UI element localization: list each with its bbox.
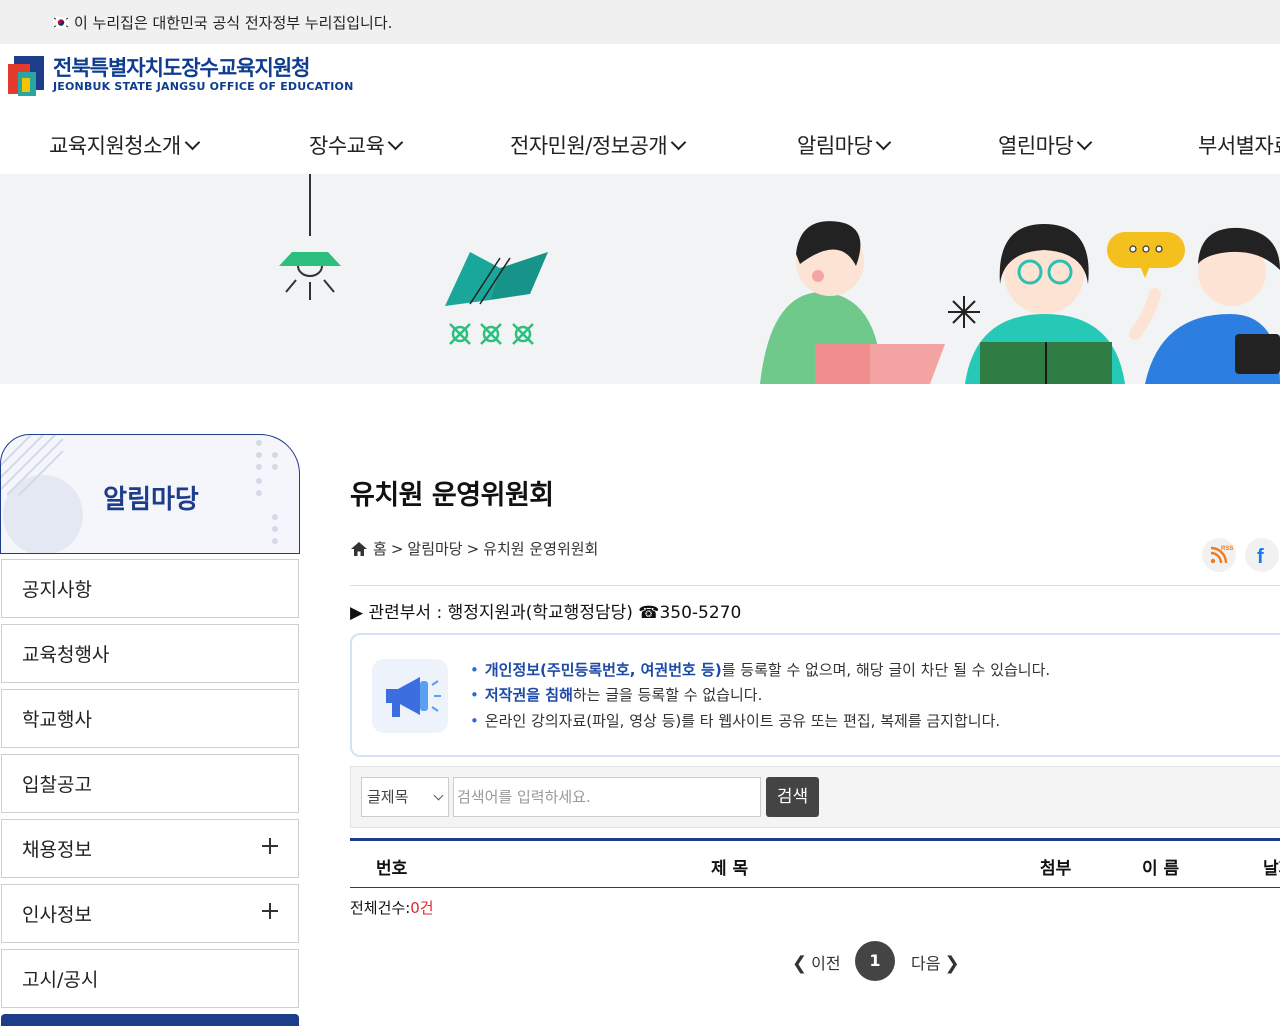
search-type-select[interactable]: 글제목 <box>361 777 449 817</box>
notice-text: 온라인 강의자료(파일, 영상 등)를 타 웹사이트 공유 또는 편집, 복제를… <box>484 712 1001 730</box>
gov-notice-bar: 이 누리집은 대한민국 공식 전자정부 누리집입니다. <box>0 0 1280 44</box>
breadcrumb-home[interactable]: 홈 <box>373 538 387 559</box>
megaphone-icon <box>386 677 441 717</box>
gnb-label: 전자민원/정보공개 <box>510 134 668 158</box>
sidebar-item-label: 입찰공고 <box>22 774 92 796</box>
chevron-down-icon <box>433 790 444 801</box>
pagination: ❮ 이전 1 다음 ❯ <box>0 940 1280 982</box>
sidebar-item-recruit[interactable]: 채용정보 <box>1 819 299 878</box>
gnb-label: 장수교육 <box>309 134 385 158</box>
page-title: 유치원 운영위원회 <box>350 480 554 511</box>
column-header-name: 이 름 <box>1142 859 1180 879</box>
sidebar-item-notice[interactable]: 공지사항 <box>1 559 299 618</box>
breadcrumb-current: 유치원 운영위원회 <box>483 540 599 558</box>
search-form: 글제목 검색어를 입력하세요. 검색 <box>350 766 1280 828</box>
prev-label: 이전 <box>811 954 841 973</box>
rss-label: RSS <box>1221 546 1233 552</box>
site-logo[interactable]: 전북특별자치도장수교육지원청 JEONBUK STATE JANGSU OFFI… <box>8 52 353 96</box>
next-label: 다음 <box>911 954 941 973</box>
gnb-item-open[interactable]: 열린마당 <box>998 130 1093 160</box>
plus-icon[interactable] <box>262 838 278 854</box>
related-department: ▶ 관련부서 : 행정지원과(학교행정담당) ☎350-5270 <box>350 603 742 623</box>
chevron-down-icon <box>670 134 687 151</box>
logo-title-ko: 전북특별자치도장수교육지원청 <box>53 55 310 80</box>
gnb-item-education[interactable]: 장수교육 <box>309 130 404 160</box>
chevron-down-icon <box>876 134 892 151</box>
posting-notice-box: • 개인정보(주민등록번호, 여권번호 등)를 등록할 수 없으며, 해당 글이 … <box>350 633 1280 757</box>
total-label: 전체건수: <box>350 899 411 917</box>
board-table-header: 번호 제 목 첨부 이 름 날짜 <box>350 838 1280 888</box>
column-header-title: 제 목 <box>711 859 749 879</box>
next-page-button[interactable]: 다음 ❯ <box>911 950 960 974</box>
notice-line-lecture: • 온라인 강의자료(파일, 영상 등)를 타 웹사이트 공유 또는 편집, 복제… <box>470 712 1001 730</box>
facebook-label: f <box>1257 546 1264 568</box>
gnb-label: 열린마당 <box>998 134 1074 158</box>
sidebar-title: 알림마당 <box>103 485 199 515</box>
sidebar-item-school-events[interactable]: 학교행사 <box>1 689 299 748</box>
page-number-current[interactable]: 1 <box>855 941 895 981</box>
sidebar-item-bid[interactable]: 입찰공고 <box>1 754 299 813</box>
sidebar-item-label: 채용정보 <box>22 839 92 861</box>
plus-icon[interactable] <box>262 903 278 919</box>
column-header-attachment: 첨부 <box>1040 859 1072 879</box>
gnb-item-notice[interactable]: 알림마당 <box>797 130 892 160</box>
search-placeholder: 검색어를 입력하세요. <box>457 788 591 806</box>
banner-illustration <box>279 174 1280 384</box>
gnb-item-dept[interactable]: 부서별자료 <box>1198 130 1280 160</box>
chevron-left-icon: ❮ <box>792 953 808 974</box>
gnb-label: 교육지원청소개 <box>49 134 181 158</box>
notice-emphasis: 개인정보(주민등록번호, 여권번호 등) <box>484 661 722 679</box>
divider <box>350 585 1280 586</box>
sidebar-item-personnel[interactable]: 인사정보 <box>1 884 299 943</box>
sidebar-item-label: 학교행사 <box>22 709 92 731</box>
rss-button[interactable]: RSS <box>1202 538 1236 572</box>
breadcrumb-sep: > <box>466 539 480 558</box>
home-icon[interactable] <box>350 541 368 557</box>
notice-text: 하는 글을 등록할 수 없습니다. <box>572 686 763 704</box>
search-type-value: 글제목 <box>367 788 409 806</box>
notice-text: 를 등록할 수 없으며, 해당 글이 차단 될 수 있습니다. <box>721 661 1051 679</box>
main-navigation: 교육지원청소개 장수교육 전자민원/정보공개 알림마당 열린마당 부서별자료 <box>0 118 1280 174</box>
search-input[interactable]: 검색어를 입력하세요. <box>453 777 761 817</box>
breadcrumb: 홈 > 알림마당 > 유치원 운영위원회 <box>350 538 602 559</box>
notice-icon-box <box>372 659 448 733</box>
rss-icon: RSS <box>1210 546 1233 564</box>
total-count: 전체건수:0건 <box>350 897 434 918</box>
chevron-right-icon: ❯ <box>944 953 960 974</box>
chevron-down-icon <box>388 134 404 151</box>
sidebar-item-active[interactable] <box>1 1014 299 1026</box>
sidebar-title-box: 알림마당 <box>0 434 300 554</box>
column-header-date: 날짜 <box>1263 859 1280 879</box>
gnb-item-civil[interactable]: 전자민원/정보공개 <box>510 130 687 160</box>
sub-visual-banner <box>0 174 1280 384</box>
prev-page-button[interactable]: ❮ 이전 <box>792 950 841 974</box>
chevron-down-icon <box>184 134 201 151</box>
column-header-number: 번호 <box>376 859 408 879</box>
notice-emphasis: 저작권을 침해 <box>484 686 573 704</box>
breadcrumb-sep: > <box>390 539 404 558</box>
notice-line-copyright: • 저작권을 침해하는 글을 등록할 수 없습니다. <box>470 686 763 704</box>
sidebar-item-label: 공지사항 <box>22 579 92 601</box>
logo-emblem-icon <box>8 56 44 96</box>
breadcrumb-category[interactable]: 알림마당 <box>407 538 462 559</box>
korea-flag-icon <box>52 15 70 29</box>
facebook-share-button[interactable]: f <box>1245 538 1279 572</box>
sidebar-item-office-events[interactable]: 교육청행사 <box>1 624 299 683</box>
chevron-down-icon <box>1077 134 1093 151</box>
logo-title-en: JEONBUK STATE JANGSU OFFICE OF EDUCATION <box>53 79 354 93</box>
facebook-icon: f <box>1257 546 1264 568</box>
notice-line-privacy: • 개인정보(주민등록번호, 여권번호 등)를 등록할 수 없으며, 해당 글이 … <box>470 661 1051 679</box>
gnb-label: 부서별자료 <box>1198 134 1280 158</box>
total-value: 0건 <box>410 899 434 917</box>
search-button[interactable]: 검색 <box>766 777 819 817</box>
gov-notice-text: 이 누리집은 대한민국 공식 전자정부 누리집입니다. <box>74 13 393 32</box>
sidebar-item-label: 교육청행사 <box>22 644 110 666</box>
sidebar-item-label: 인사정보 <box>22 904 92 926</box>
gnb-label: 알림마당 <box>797 134 873 158</box>
gnb-item-intro[interactable]: 교육지원청소개 <box>49 130 201 160</box>
